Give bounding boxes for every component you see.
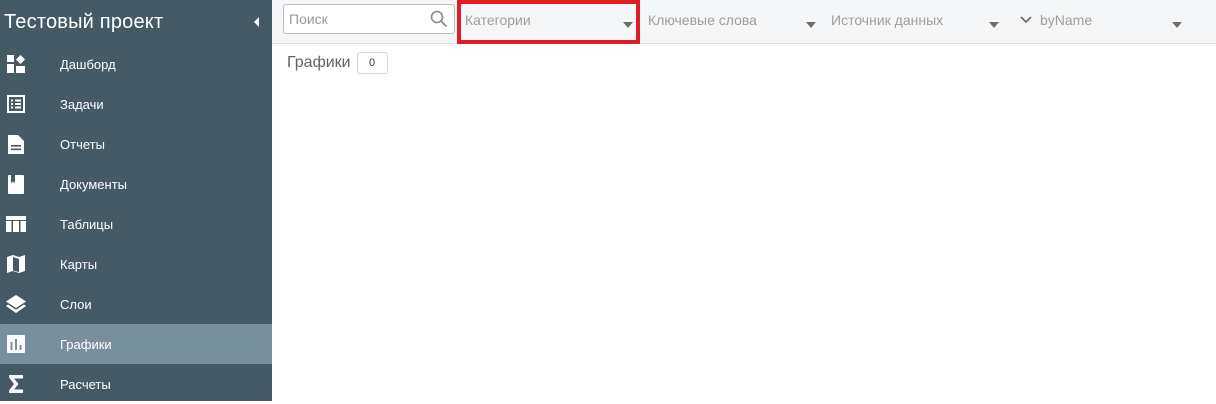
sidebar-item-label: Карты <box>60 256 98 272</box>
document-icon <box>0 164 32 204</box>
categories-dropdown[interactable]: Категории <box>465 0 633 40</box>
sidebar-item-documents[interactable]: Документы <box>0 164 272 204</box>
map-icon <box>0 244 32 284</box>
sidebar-nav: Дашборд Задачи Отчеты Документы Таблицы … <box>0 44 272 404</box>
report-icon <box>0 124 32 164</box>
sort-dropdown[interactable]: byName <box>1020 0 1182 40</box>
count-badge: 0 <box>356 52 388 74</box>
layers-icon <box>0 284 32 324</box>
keywords-dropdown[interactable]: Ключевые слова <box>648 0 816 40</box>
sigma-icon <box>0 364 32 404</box>
caret-down-icon <box>806 15 816 31</box>
search-icon[interactable] <box>430 10 448 33</box>
sidebar-item-label: Расчеты <box>60 376 111 392</box>
sidebar-item-reports[interactable]: Отчеты <box>0 124 272 164</box>
keywords-dropdown-label: Ключевые слова <box>648 12 757 28</box>
data-source-dropdown-label: Источник данных <box>831 12 944 28</box>
sidebar-item-layers[interactable]: Слои <box>0 284 272 324</box>
search-input[interactable] <box>284 5 429 33</box>
sidebar-item-label: Документы <box>60 176 128 192</box>
chevron-down-icon <box>1020 16 1032 24</box>
sidebar-item-tables[interactable]: Таблицы <box>0 204 272 244</box>
search-box <box>283 4 455 34</box>
sidebar-header: Тестовый проект <box>0 0 272 44</box>
sidebar-item-label: Отчеты <box>60 136 105 152</box>
sidebar-item-tasks[interactable]: Задачи <box>0 84 272 124</box>
sidebar-item-label: Графики <box>60 336 112 352</box>
page-title: Графики <box>287 54 351 71</box>
caret-down-icon <box>1172 15 1182 31</box>
sidebar-item-label: Таблицы <box>60 216 114 232</box>
dashboard-icon <box>0 44 32 84</box>
categories-dropdown-label: Категории <box>465 12 531 28</box>
sidebar-item-label: Задачи <box>60 96 104 112</box>
sidebar-item-charts[interactable]: Графики <box>0 324 272 364</box>
chart-icon <box>0 324 32 364</box>
sidebar-item-calculations[interactable]: Расчеты <box>0 364 272 404</box>
sidebar-item-maps[interactable]: Карты <box>0 244 272 284</box>
filter-toolbar: Категории Ключевые слова Источник данных… <box>272 0 1216 44</box>
sidebar: Тестовый проект Дашборд Задачи Отчеты До… <box>0 0 272 401</box>
project-title: Тестовый проект <box>4 10 164 33</box>
caret-down-icon <box>623 15 633 31</box>
sidebar-item-dashboard[interactable]: Дашборд <box>0 44 272 84</box>
caret-left-icon[interactable] <box>242 0 272 44</box>
caret-down-icon <box>989 15 999 31</box>
main-content: Графики 0 <box>272 44 1216 401</box>
data-source-dropdown[interactable]: Источник данных <box>831 0 999 40</box>
sidebar-item-label: Дашборд <box>60 56 116 72</box>
task-list-icon <box>0 84 32 124</box>
sort-dropdown-label: byName <box>1040 12 1093 28</box>
section-header: Графики 0 <box>287 52 388 74</box>
sidebar-item-label: Слои <box>60 296 92 312</box>
table-icon <box>0 204 32 244</box>
